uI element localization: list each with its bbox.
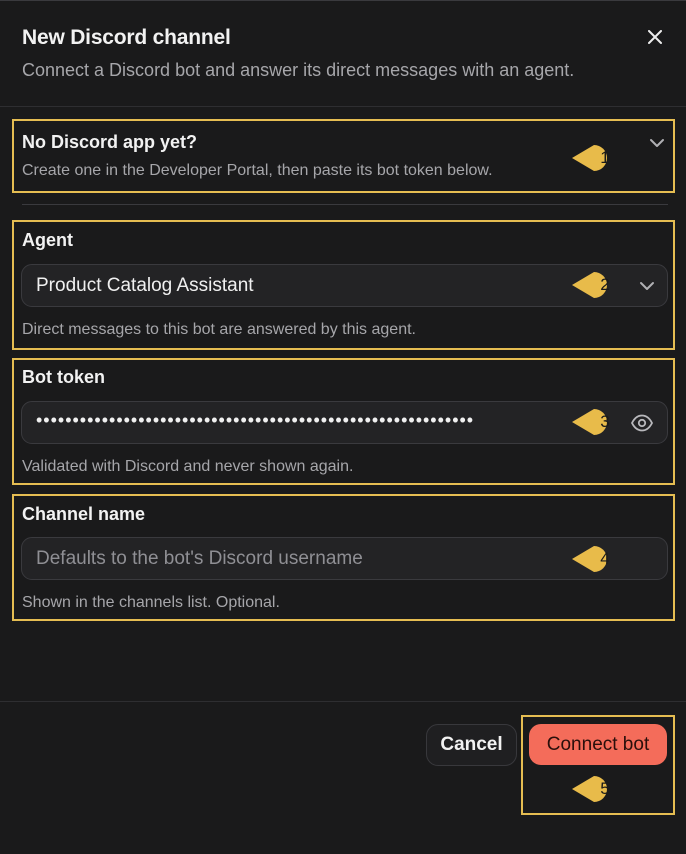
footer-divider <box>0 701 686 702</box>
section-divider <box>22 204 668 205</box>
close-button[interactable] <box>642 24 668 50</box>
bot-token-label: Bot token <box>22 367 105 387</box>
dialog-title: New Discord channel <box>22 26 231 49</box>
bot-token-masked-value: ••••••••••••••••••••••••••••••••••••••••… <box>36 410 475 430</box>
connect-bot-button[interactable]: Connect bot <box>529 724 667 765</box>
bot-token-input[interactable]: ••••••••••••••••••••••••••••••••••••••••… <box>21 401 668 444</box>
header-divider <box>0 106 686 107</box>
callout-marker-1: 1 <box>572 143 628 173</box>
channel-name-hint: Shown in the channels list. Optional. <box>22 594 280 611</box>
chevron-down-icon[interactable] <box>648 134 666 152</box>
eye-icon[interactable] <box>630 412 654 434</box>
channel-name-label: Channel name <box>22 504 146 524</box>
callout-number: 3 <box>600 412 610 431</box>
setup-help-title: No Discord app yet? <box>22 132 198 152</box>
agent-label: Agent <box>22 230 73 250</box>
channel-name-input[interactable]: Defaults to the bot's Discord username <box>21 537 668 580</box>
callout-marker-4: 4 <box>572 544 628 574</box>
setup-help-description: Create one in the Developer Portal, then… <box>22 162 493 179</box>
agent-selected-value: Product Catalog Assistant <box>36 275 254 296</box>
channel-name-placeholder: Defaults to the bot's Discord username <box>36 548 363 569</box>
close-icon <box>648 30 662 44</box>
callout-marker-2: 2 <box>572 270 628 300</box>
dialog-header: New Discord channel Connect a Discord bo… <box>22 26 652 81</box>
agent-hint: Direct messages to this bot are answered… <box>22 321 416 338</box>
callout-marker-5: 5 <box>572 774 628 804</box>
top-border <box>0 0 686 1</box>
callout-number: 1 <box>600 148 610 167</box>
agent-select[interactable]: Product Catalog Assistant <box>21 264 668 307</box>
chevron-down-icon <box>640 282 654 290</box>
callout-number: 2 <box>600 275 610 294</box>
dialog-subtitle: Connect a Discord bot and answer its dir… <box>22 60 575 80</box>
bot-token-hint: Validated with Discord and never shown a… <box>22 458 354 475</box>
callout-number: 4 <box>600 549 610 568</box>
cancel-button[interactable]: Cancel <box>426 724 517 766</box>
callout-marker-3: 3 <box>572 407 628 437</box>
callout-number: 5 <box>600 779 610 798</box>
